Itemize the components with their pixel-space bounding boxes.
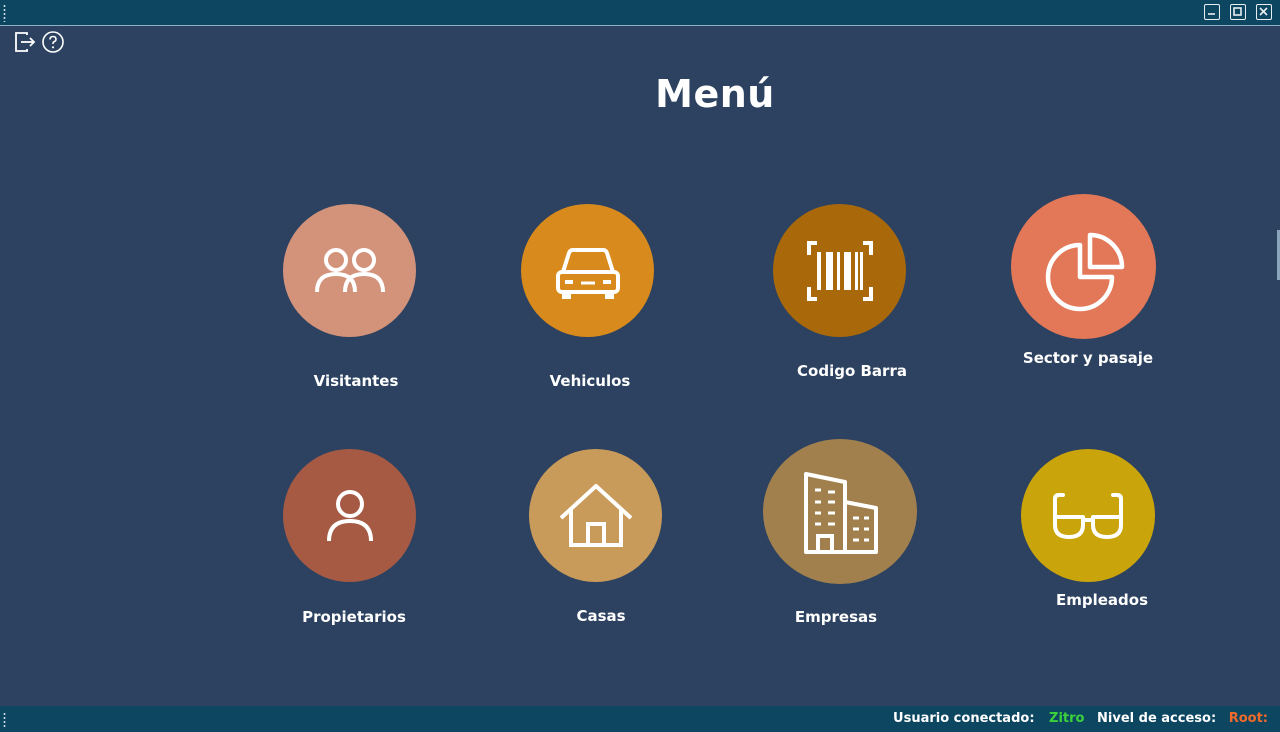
empresas-label[interactable]: Empresas xyxy=(746,608,926,626)
empresas-button[interactable] xyxy=(763,439,917,584)
close-icon xyxy=(1259,7,1268,16)
sector-pasaje-button[interactable] xyxy=(1011,194,1156,339)
minimize-button[interactable] xyxy=(1204,4,1220,20)
vehiculos-button[interactable] xyxy=(521,204,654,337)
user-label: Usuario conectado: xyxy=(893,711,1035,726)
visitantes-button[interactable] xyxy=(283,204,416,337)
access-level-label: Nivel de acceso: xyxy=(1097,711,1217,726)
casas-label[interactable]: Casas xyxy=(511,607,691,625)
status-info: Usuario conectado: Zitro Nivel de acceso… xyxy=(887,711,1268,726)
access-level-value: Root: xyxy=(1228,711,1268,726)
window-titlebar[interactable] xyxy=(0,0,1280,26)
codigo-barra-button[interactable] xyxy=(773,204,906,337)
page-title: Menú xyxy=(655,72,775,116)
help-icon[interactable] xyxy=(41,30,65,54)
propietarios-label[interactable]: Propietarios xyxy=(264,608,444,626)
maximize-button[interactable] xyxy=(1230,4,1246,20)
drag-grip-icon[interactable] xyxy=(3,712,6,727)
status-bar: Usuario conectado: Zitro Nivel de acceso… xyxy=(0,706,1280,732)
car-icon xyxy=(555,247,620,299)
drag-grip-icon[interactable] xyxy=(3,4,6,22)
sector-pasaje-label[interactable]: Sector y pasaje xyxy=(998,349,1178,367)
logout-icon[interactable] xyxy=(13,30,37,54)
maximize-icon xyxy=(1233,7,1242,16)
visitantes-label[interactable]: Visitantes xyxy=(266,372,446,390)
user-value: Zitro xyxy=(1049,711,1085,726)
barcode-icon xyxy=(806,240,873,301)
empleados-label[interactable]: Empleados xyxy=(1012,591,1192,609)
house-icon xyxy=(559,483,632,547)
vehiculos-label[interactable]: Vehiculos xyxy=(500,372,680,390)
people-icon xyxy=(314,247,385,292)
minimize-icon xyxy=(1208,13,1215,15)
propietarios-button[interactable] xyxy=(283,449,416,582)
close-button[interactable] xyxy=(1256,4,1272,20)
empleados-button[interactable] xyxy=(1021,449,1155,582)
casas-button[interactable] xyxy=(529,449,662,582)
person-icon xyxy=(326,489,373,541)
codigo-barra-label[interactable]: Codigo Barra xyxy=(762,362,942,380)
buildings-icon xyxy=(804,471,878,554)
glasses-icon xyxy=(1053,492,1123,539)
pie-chart-icon xyxy=(1045,232,1124,311)
